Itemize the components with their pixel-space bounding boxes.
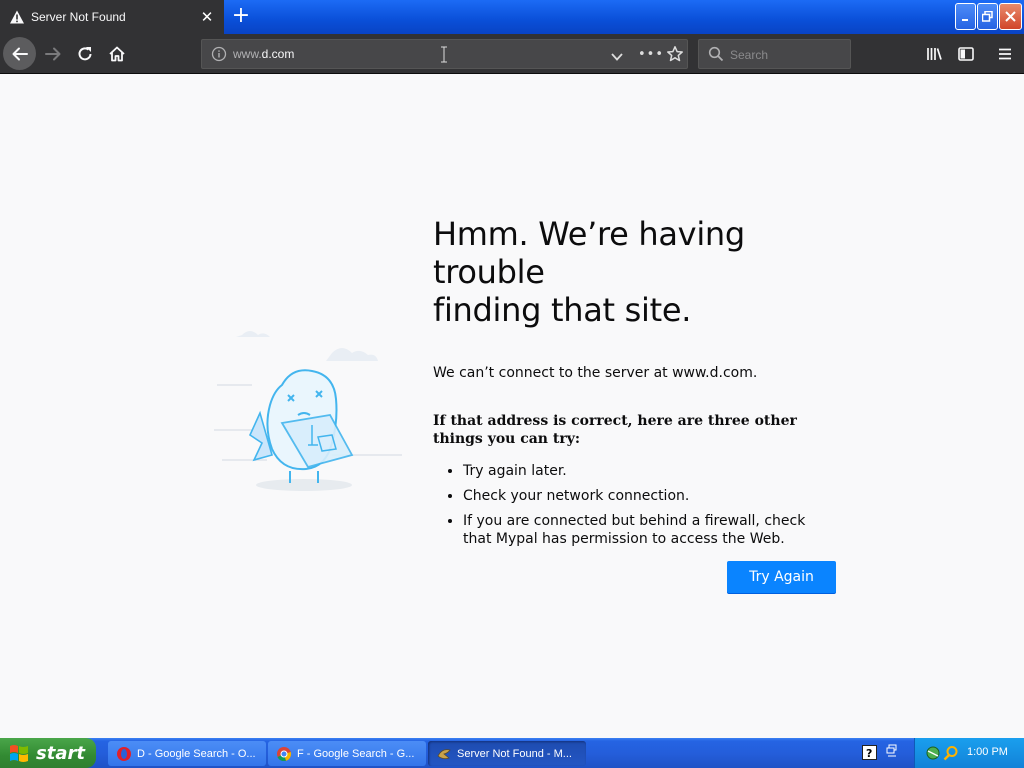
home-button[interactable]: [101, 38, 133, 70]
restore-windows-icon[interactable]: [886, 744, 898, 764]
home-icon: [109, 46, 125, 62]
new-tab-button[interactable]: +: [228, 4, 254, 30]
heading-line-2: finding that site.: [433, 291, 692, 329]
back-arrow-icon: [12, 47, 28, 60]
taskbar-item-mypal[interactable]: Server Not Found - M...: [428, 741, 586, 766]
search-bar[interactable]: [698, 39, 851, 69]
taskbar-item-chrome[interactable]: F - Google Search - G...: [268, 741, 426, 766]
site-info-icon[interactable]: [211, 46, 227, 66]
windows-logo-icon: [10, 745, 28, 762]
list-item: Check your network connection.: [463, 487, 838, 505]
search-icon: [708, 46, 724, 66]
taskbar-item-label: Server Not Found - M...: [457, 747, 572, 760]
heading-line-1: Hmm. We’re having trouble: [433, 215, 745, 291]
list-item: If you are connected but behind a firewa…: [463, 512, 838, 548]
chevron-down-icon[interactable]: [610, 48, 624, 67]
warning-icon: [9, 9, 25, 25]
forward-arrow-icon: [45, 47, 61, 61]
search-input[interactable]: [730, 46, 840, 63]
suggestions-title: If that address is correct, here are thr…: [433, 413, 797, 447]
navigation-toolbar: www.d.com •••: [0, 34, 1024, 74]
address-bar[interactable]: www.d.com •••: [201, 39, 688, 69]
reload-icon: [78, 47, 92, 61]
list-item: Try again later.: [463, 462, 838, 480]
bookmark-star-icon[interactable]: [666, 45, 684, 67]
taskbar-item-label: F - Google Search - G...: [297, 747, 415, 760]
opera-icon: [117, 746, 131, 761]
taskbar-item-opera[interactable]: D - Google Search - O...: [108, 741, 266, 766]
svg-text:?: ?: [866, 747, 872, 760]
suggestions-list: Try again later. Check your network conn…: [433, 462, 838, 548]
tab-title: Server Not Found: [31, 10, 126, 24]
tab-bar: Server Not Found ✕ +: [0, 0, 1024, 34]
tab-server-not-found[interactable]: Server Not Found ✕: [0, 0, 224, 34]
forward-button[interactable]: [37, 38, 69, 70]
start-button[interactable]: start: [0, 738, 96, 768]
menu-button[interactable]: [989, 38, 1021, 70]
taskbar: start D - Google Search - O... F - Googl…: [0, 738, 1024, 768]
mypal-icon: [437, 748, 451, 759]
chrome-icon: [277, 746, 292, 761]
system-tray: 1:00 PM: [914, 738, 1024, 768]
network-icon[interactable]: [925, 745, 941, 764]
error-description: We can’t connect to the server at www.d.…: [433, 365, 758, 381]
back-button[interactable]: [3, 37, 36, 70]
page-actions-icon[interactable]: •••: [638, 47, 664, 62]
minimize-button[interactable]: [955, 3, 976, 30]
sidebar-button[interactable]: [950, 38, 982, 70]
close-tab-icon[interactable]: ✕: [196, 6, 218, 28]
error-heading: Hmm. We’re having trouble finding that s…: [433, 215, 838, 329]
url-prefix: www.: [233, 47, 262, 61]
error-message: Hmm. We’re having trouble finding that s…: [433, 215, 838, 555]
help-icon[interactable]: ?: [862, 745, 877, 764]
url-domain: d.com: [261, 47, 295, 61]
error-page: Hmm. We’re having trouble finding that s…: [0, 75, 1024, 738]
library-icon: [927, 48, 942, 60]
url-text[interactable]: www.d.com: [233, 47, 294, 61]
close-window-button[interactable]: [999, 3, 1022, 30]
sidebar-icon: [958, 47, 974, 61]
reload-button[interactable]: [69, 38, 101, 70]
clock: 1:00 PM: [967, 746, 1008, 758]
search-tray-icon[interactable]: [943, 745, 959, 764]
start-label: start: [36, 742, 85, 764]
text-cursor-icon: [440, 46, 448, 67]
try-again-button[interactable]: Try Again: [727, 561, 836, 593]
taskbar-item-label: D - Google Search - O...: [137, 747, 256, 760]
library-button[interactable]: [918, 38, 950, 70]
sad-dinosaur-illustration: [212, 325, 404, 495]
hamburger-menu-icon: [999, 48, 1011, 60]
restore-button[interactable]: [977, 3, 998, 30]
